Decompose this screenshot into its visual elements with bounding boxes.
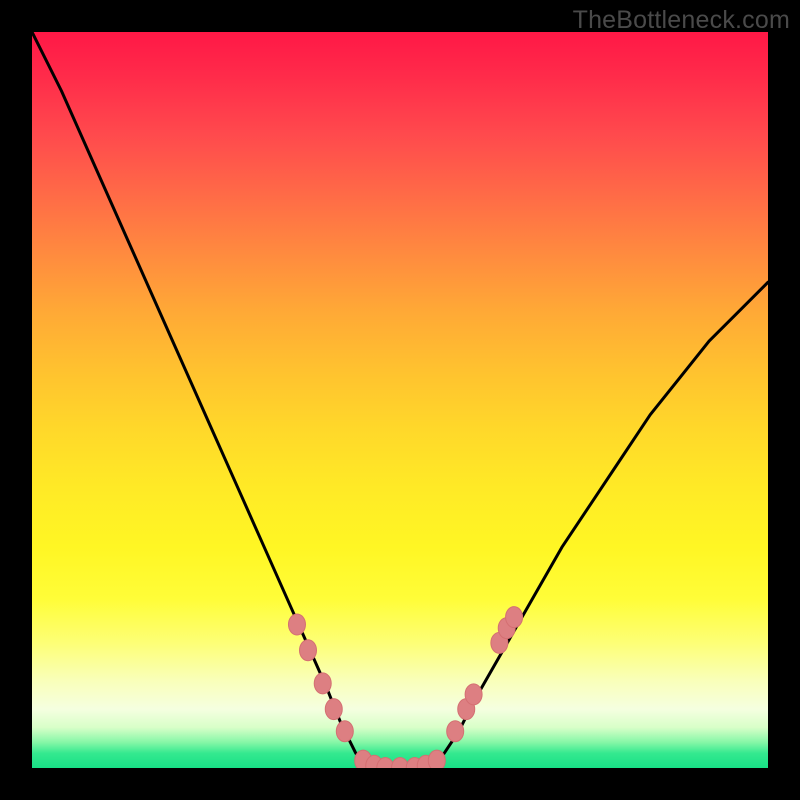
plot-area xyxy=(32,32,768,768)
curve-marker xyxy=(336,721,353,742)
curve-marker xyxy=(314,673,331,694)
curve-marker xyxy=(506,607,523,628)
curve-marker xyxy=(447,721,464,742)
bottleneck-curve xyxy=(32,32,768,768)
curve-marker xyxy=(428,750,445,768)
curve-marker xyxy=(300,640,317,661)
curve-marker xyxy=(465,684,482,705)
watermark-label: TheBottleneck.com xyxy=(573,6,790,35)
curve-marker xyxy=(325,699,342,720)
bottleneck-path xyxy=(32,32,768,768)
curve-marker xyxy=(288,614,305,635)
curve-markers xyxy=(288,607,522,768)
curve-layer xyxy=(32,32,768,768)
chart-frame: TheBottleneck.com xyxy=(0,0,800,800)
